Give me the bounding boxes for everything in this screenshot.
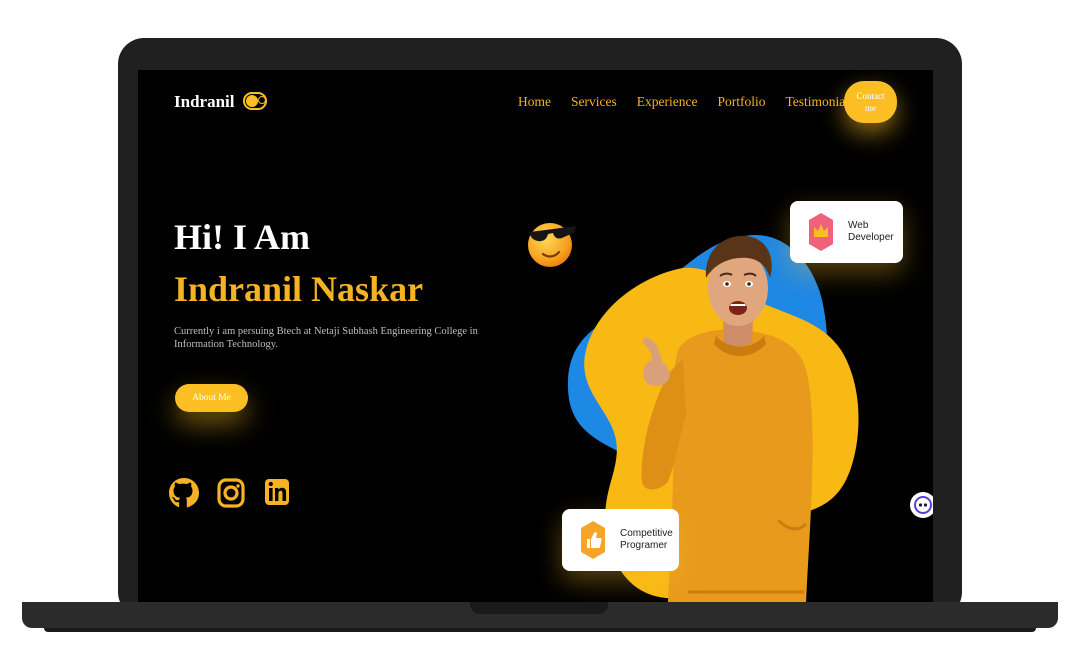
contact-button[interactable]: Contact me: [844, 81, 897, 123]
chat-bot-icon: [914, 496, 932, 514]
screen: Indranil Home Services Experience Portfo…: [138, 70, 933, 602]
laptop-base-shadow: [44, 628, 1036, 632]
cp-line-1: Competitive: [620, 528, 673, 539]
web-developer-label: Web Developer: [848, 220, 894, 243]
thumbs-up-badge-icon: [581, 521, 605, 559]
chat-widget-button[interactable]: [910, 492, 933, 518]
nav-experience[interactable]: Experience: [637, 94, 698, 110]
cp-line-2: Programer: [620, 540, 668, 551]
main-nav: Home Services Experience Portfolio Testi…: [518, 94, 854, 110]
instagram-icon[interactable]: [216, 476, 246, 510]
competitive-programmer-card: Competitive Programer: [562, 509, 679, 571]
sun-icon: [258, 96, 266, 104]
competitive-programmer-label: Competitive Programer: [620, 528, 673, 552]
github-icon[interactable]: [167, 476, 201, 512]
toggle-knob: [246, 95, 258, 107]
sunglasses-emoji-icon: [528, 223, 576, 267]
about-button[interactable]: About Me: [175, 384, 248, 412]
hero-greeting: Hi! I Am: [174, 217, 311, 257]
theme-toggle[interactable]: [243, 92, 267, 110]
web-developer-card: Web Developer: [790, 201, 903, 263]
crown-badge-icon: [809, 213, 833, 251]
nav-home[interactable]: Home: [518, 94, 551, 110]
nav-services[interactable]: Services: [571, 94, 617, 110]
linkedin-icon[interactable]: [264, 476, 290, 508]
laptop-notch: [470, 602, 608, 614]
hero-description: Currently i am persuing Btech at Netaji …: [174, 326, 478, 350]
brand-logo[interactable]: Indranil: [174, 92, 234, 112]
nav-portfolio[interactable]: Portfolio: [717, 94, 765, 110]
hero-name: Indranil Naskar: [174, 269, 424, 309]
